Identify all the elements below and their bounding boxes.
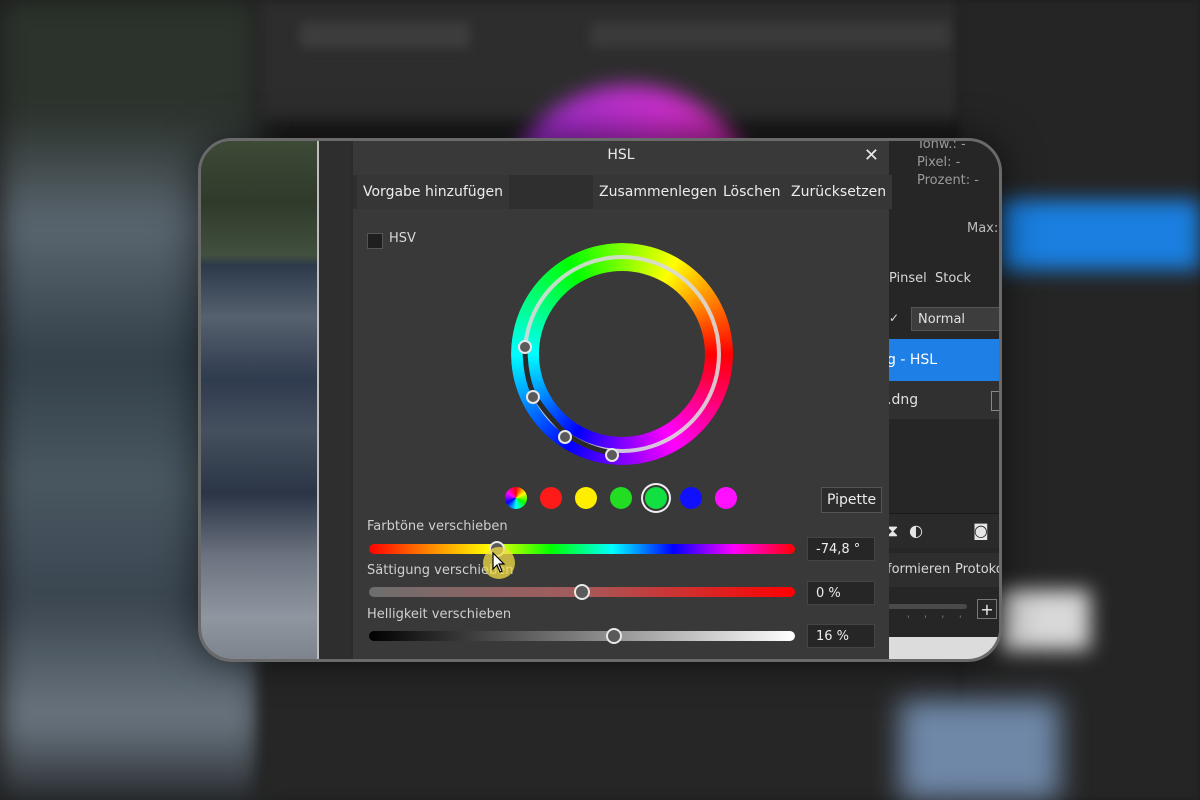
tab-pinsel[interactable]: Pinsel xyxy=(889,271,927,286)
stat-pixel: Pixel: - xyxy=(917,155,961,170)
range-handle-2[interactable] xyxy=(526,390,540,404)
bg-thumb-blur-2 xyxy=(900,700,1060,800)
mouse-cursor-icon xyxy=(492,552,506,573)
stat-max: Max: xyxy=(967,221,999,236)
add-preset-button[interactable]: Vorgabe hinzufügen xyxy=(357,175,510,209)
bg-bottom-blur xyxy=(260,660,960,800)
zoom-card: Tonw.: - Pixel: - Prozent: - Max: Pinsel… xyxy=(198,138,1002,662)
right-panel: Tonw.: - Pixel: - Prozent: - Max: Pinsel… xyxy=(887,138,999,659)
dialog-title: HSL xyxy=(607,147,635,163)
hue-slider-label: Farbtöne verschieben xyxy=(367,519,508,534)
stat-tonw: Tonw.: - xyxy=(917,138,966,152)
bg-toolbar-blur-1 xyxy=(300,22,470,48)
lightness-slider-track[interactable] xyxy=(369,628,795,644)
pipette-button[interactable]: Pipette xyxy=(821,487,883,513)
bg-toolbar-blur-2 xyxy=(590,22,950,48)
hue-value-field[interactable]: -74,8 ° xyxy=(807,537,875,561)
tab-protokoll[interactable]: Protoko xyxy=(955,562,999,577)
delete-button[interactable]: Löschen xyxy=(717,175,787,209)
layer-tools-bar: ⧗ ◐ ◙ xyxy=(887,513,999,548)
swatch-red[interactable] xyxy=(540,487,562,509)
bg-thumb-blur-1 xyxy=(1000,590,1090,650)
panel-slider[interactable] xyxy=(887,604,967,609)
layer-label-dng: .dng xyxy=(887,392,919,408)
adjustment-icon[interactable]: ◐ xyxy=(909,521,923,540)
add-button[interactable]: + xyxy=(977,599,997,619)
saturation-value-field[interactable]: 0 % xyxy=(807,581,875,605)
blend-mode-select[interactable]: Normal xyxy=(911,307,999,331)
swatch-blue[interactable] xyxy=(680,487,702,509)
swatch-green[interactable] xyxy=(610,487,632,509)
swatch-magenta[interactable] xyxy=(715,487,737,509)
swatch-cyan-green[interactable] xyxy=(645,487,667,509)
mask-icon[interactable]: ◙ xyxy=(973,521,989,540)
dialog-toolbar: Vorgabe hinzufügen Zusammenlegen Löschen… xyxy=(353,175,893,209)
bg-selection-blur xyxy=(1000,200,1200,270)
saturation-slider-knob[interactable] xyxy=(574,584,590,600)
layer-label-hsl: g - HSL xyxy=(887,352,938,368)
range-handle-1[interactable] xyxy=(518,340,532,354)
tab-transformieren[interactable]: formieren xyxy=(887,562,950,577)
checkmark-icon[interactable]: ✓ xyxy=(889,311,901,331)
swatch-yellow[interactable] xyxy=(575,487,597,509)
tab-stock[interactable]: Stock xyxy=(935,271,971,286)
lightness-value-field[interactable]: 16 % xyxy=(807,624,875,648)
range-handle-4[interactable] xyxy=(605,448,619,462)
history-thumbnail xyxy=(887,637,999,659)
hue-slider-track[interactable] xyxy=(369,541,795,557)
hue-wheel[interactable] xyxy=(511,243,733,465)
layer-thumbnail xyxy=(991,391,999,411)
saturation-slider-track[interactable] xyxy=(369,584,795,600)
hsl-dialog: HSL ✕ Vorgabe hinzufügen Zusammenlegen L… xyxy=(353,141,893,659)
layer-item-dng[interactable]: .dng xyxy=(887,381,999,419)
lightness-slider-label: Helligkeit verschieben xyxy=(367,607,512,622)
range-handle-3[interactable] xyxy=(558,430,572,444)
stat-prozent: Prozent: - xyxy=(917,173,979,188)
bottom-tabs: formieren Protoko xyxy=(887,553,999,587)
lightness-slider-knob[interactable] xyxy=(605,628,622,644)
slider-ticks: ' ' ' ' ' xyxy=(907,615,985,625)
layer-item-hsl[interactable]: g - HSL xyxy=(887,339,999,381)
reset-button[interactable]: Zurücksetzen xyxy=(785,175,893,209)
merge-button[interactable]: Zusammenlegen xyxy=(593,175,723,209)
hsv-checkbox[interactable] xyxy=(367,233,383,249)
swatch-master[interactable] xyxy=(505,487,527,509)
dialog-gutter xyxy=(319,141,351,659)
photo-canvas xyxy=(201,141,317,659)
close-icon[interactable]: ✕ xyxy=(864,145,879,166)
hsv-label: HSV xyxy=(389,231,416,246)
